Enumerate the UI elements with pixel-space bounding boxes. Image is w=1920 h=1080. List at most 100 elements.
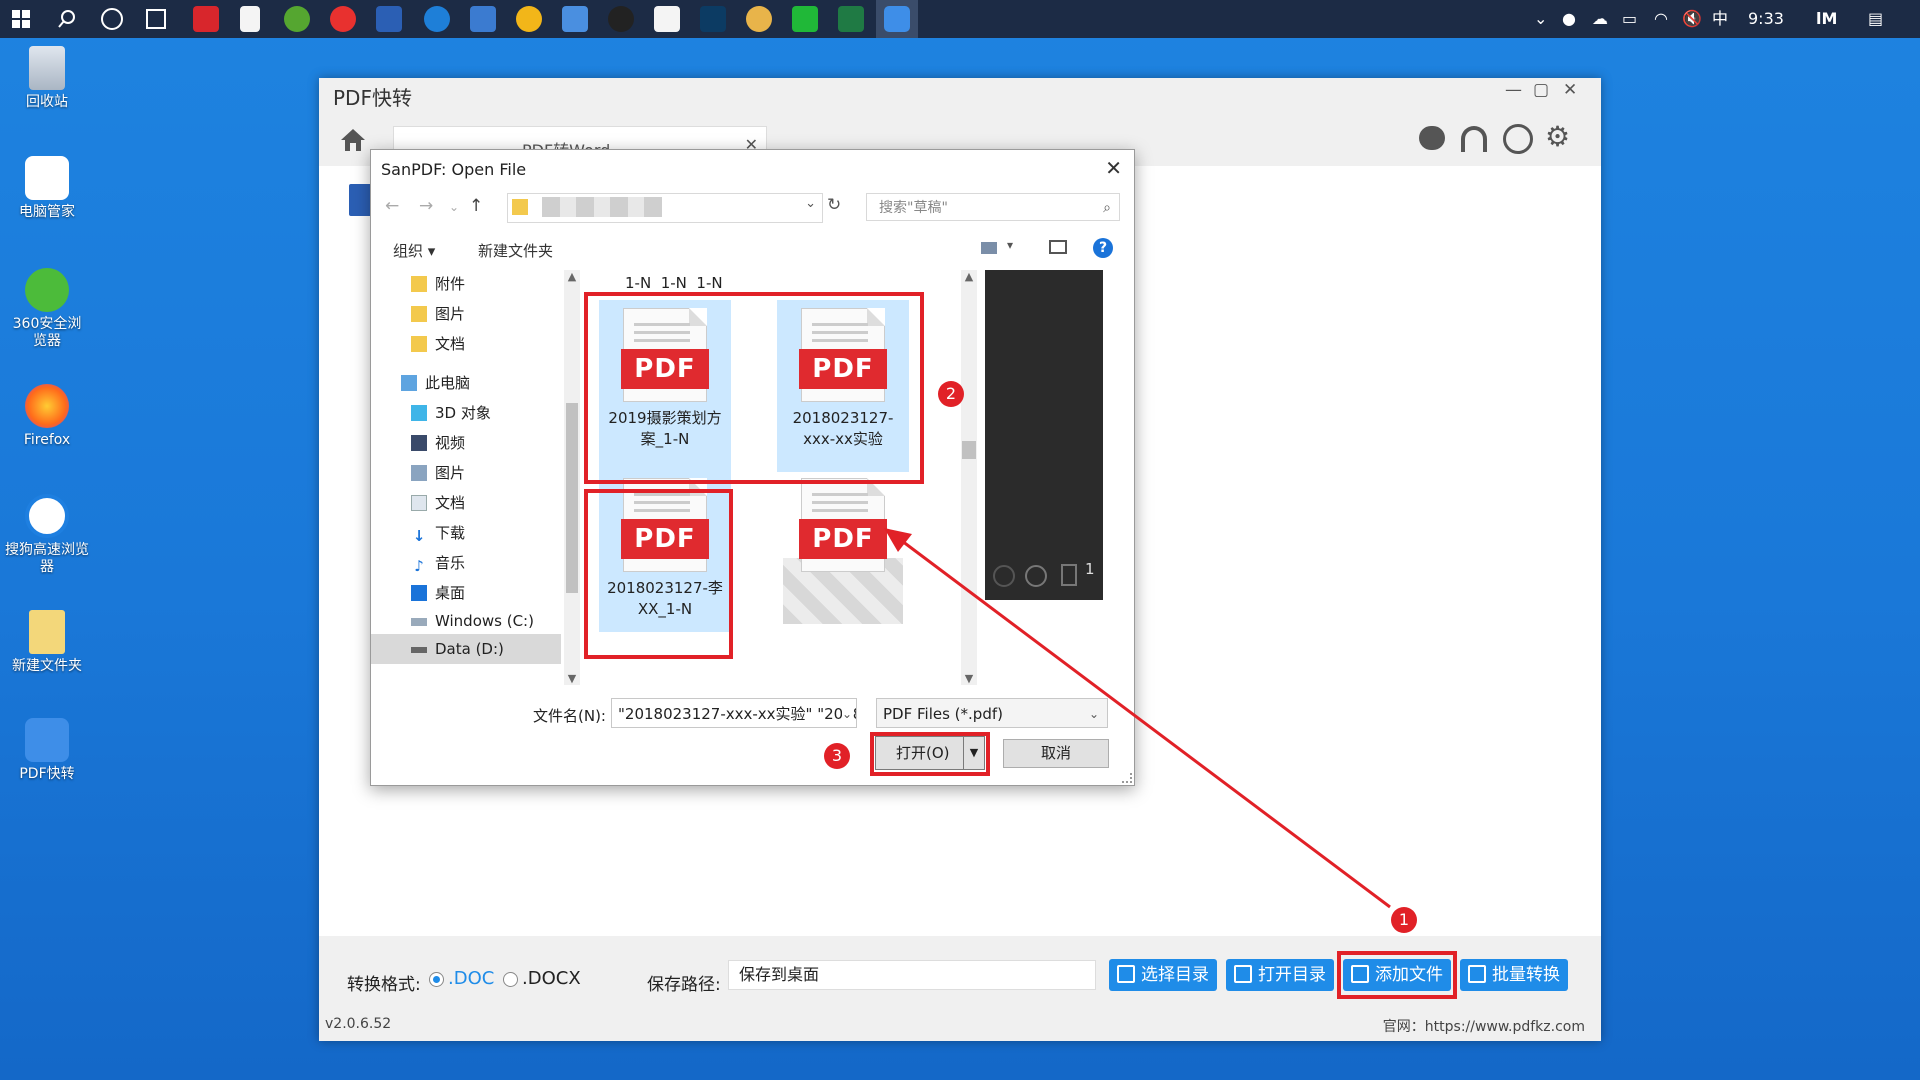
- preview-up-icon[interactable]: [993, 565, 1015, 587]
- select-dir-button[interactable]: 选择目录: [1109, 959, 1217, 991]
- open-dir-button[interactable]: 打开目录: [1226, 959, 1334, 991]
- desktop-icon-pdf-kuaizhuan[interactable]: PDF快转: [2, 718, 92, 783]
- tray-manager-icon[interactable]: lM: [1816, 0, 1837, 38]
- action-center-icon[interactable]: ▤: [1868, 0, 1883, 38]
- radio-docx[interactable]: [503, 972, 518, 987]
- preview-down-icon[interactable]: [1025, 565, 1047, 587]
- tray-cloud-icon[interactable]: ☁: [1592, 0, 1608, 38]
- scroll-up-icon[interactable]: ▲: [961, 270, 977, 283]
- batch-convert-button[interactable]: 批量转换: [1460, 959, 1568, 991]
- excel-icon[interactable]: [838, 6, 864, 32]
- qq-icon[interactable]: [608, 6, 634, 32]
- minimize-button[interactable]: —: [1505, 80, 1522, 100]
- address-bar[interactable]: ⌄: [507, 193, 823, 223]
- recent-chevron-icon[interactable]: ⌄: [449, 200, 459, 214]
- desktop-icon-pc-manager[interactable]: 电脑管家: [2, 156, 92, 221]
- website-label[interactable]: 官网：https://www.pdfkz.com: [1383, 1016, 1585, 1036]
- chat-icon[interactable]: [1419, 126, 1445, 150]
- ime-indicator[interactable]: 中: [1712, 0, 1728, 38]
- dolphin-icon[interactable]: [562, 6, 588, 32]
- desktop-icon-firefox[interactable]: Firefox: [2, 384, 92, 449]
- start-icon[interactable]: [12, 10, 30, 28]
- filename-dropdown-icon[interactable]: ⌄: [841, 699, 852, 727]
- chrome-icon[interactable]: [516, 6, 542, 32]
- tray-volume-icon[interactable]: 🔇: [1682, 0, 1702, 38]
- search-input[interactable]: 搜索"草稿" ⌕: [866, 193, 1120, 221]
- desktop-icon-new-folder[interactable]: 新建文件夹: [2, 610, 92, 675]
- word-icon[interactable]: [376, 6, 402, 32]
- filetype-select[interactable]: PDF Files (*.pdf) ⌄: [876, 698, 1108, 728]
- app-red-icon[interactable]: [193, 6, 219, 32]
- tree-scroll-thumb[interactable]: [566, 403, 578, 593]
- home-icon[interactable]: [339, 126, 367, 158]
- calendar-icon[interactable]: [654, 6, 680, 32]
- radio-doc[interactable]: [429, 972, 444, 987]
- address-dropdown-icon[interactable]: ⌄: [805, 196, 816, 211]
- help-icon[interactable]: ?: [1093, 238, 1113, 258]
- tree-item-pictures[interactable]: 图片: [411, 462, 465, 483]
- tray-battery-icon[interactable]: ▭: [1622, 0, 1637, 38]
- desktop-icon-recycle-bin[interactable]: 回收站: [2, 46, 92, 111]
- tree-item-desktop[interactable]: 桌面: [411, 582, 465, 603]
- tree-item-3d-objects[interactable]: 3D 对象: [411, 402, 491, 423]
- tree-item-downloads[interactable]: ↓ 下载: [411, 522, 465, 544]
- tree-item-videos[interactable]: 视频: [411, 432, 465, 453]
- files-scroll-thumb[interactable]: [962, 441, 976, 459]
- headset-icon[interactable]: [1461, 126, 1487, 152]
- forward-arrow-icon[interactable]: →: [419, 196, 433, 216]
- gear-icon[interactable]: ⚙: [1545, 122, 1570, 152]
- maximize-button[interactable]: ▢: [1533, 80, 1549, 100]
- search-icon[interactable]: [56, 8, 78, 30]
- tree-item-drive-c[interactable]: Windows (C:): [411, 612, 534, 630]
- format-radio-docx[interactable]: .DOCX: [503, 968, 581, 989]
- notepad-icon[interactable]: [240, 6, 260, 32]
- tree-item-music[interactable]: ♪ 音乐: [411, 552, 465, 574]
- photoshop-icon[interactable]: [700, 6, 726, 32]
- taskbar-active-app[interactable]: [876, 0, 918, 38]
- browser-green-icon[interactable]: [284, 6, 310, 32]
- refresh-icon[interactable]: ↻: [827, 195, 841, 215]
- face-icon[interactable]: [746, 6, 772, 32]
- clock[interactable]: 9:33: [1748, 0, 1784, 38]
- tray-chevron-icon[interactable]: ⌄: [1534, 0, 1547, 38]
- tray-qq-icon[interactable]: ●: [1562, 0, 1576, 38]
- new-folder-button[interactable]: 新建文件夹: [478, 240, 553, 261]
- cortana-icon[interactable]: [101, 8, 123, 30]
- user-icon[interactable]: [1503, 124, 1533, 154]
- tree-item-attachments[interactable]: 附件: [411, 273, 465, 294]
- close-button[interactable]: ✕: [1563, 80, 1577, 100]
- resize-grip-icon[interactable]: [1122, 773, 1132, 783]
- filetype-dropdown-icon[interactable]: ⌄: [1089, 699, 1099, 729]
- ie-icon[interactable]: [424, 6, 450, 32]
- scroll-down-icon[interactable]: ▼: [564, 672, 580, 685]
- organize-menu[interactable]: 组织 ▾: [393, 240, 435, 261]
- tray-wifi-icon[interactable]: ◠: [1654, 0, 1668, 38]
- dialog-close-icon[interactable]: ✕: [1105, 156, 1122, 180]
- tree-item-documents[interactable]: 文档: [411, 492, 465, 513]
- tree-item-pictures-folder[interactable]: 图片: [411, 303, 465, 324]
- tree-item-docs-folder[interactable]: 文档: [411, 333, 465, 354]
- files-scrollbar[interactable]: ▲ ▼: [961, 270, 977, 685]
- tree-scrollbar[interactable]: ▲ ▼: [564, 270, 580, 685]
- file-item[interactable]: PDF: [777, 470, 909, 642]
- feather-icon[interactable]: [470, 6, 496, 32]
- up-arrow-icon[interactable]: ↑: [469, 196, 483, 216]
- format-radio-doc[interactable]: .DOC: [429, 968, 494, 989]
- desktop-icon-sogou-browser[interactable]: 搜狗高速浏览器: [2, 494, 92, 576]
- weibo-icon[interactable]: [330, 6, 356, 32]
- filename-input[interactable]: "2018023127-xxx-xx实验" "2018 ⌄: [611, 698, 857, 728]
- view-options-icon[interactable]: [981, 242, 997, 254]
- tree-item-drive-d[interactable]: Data (D:): [371, 634, 561, 664]
- cancel-button[interactable]: 取消: [1003, 739, 1109, 768]
- scroll-up-icon[interactable]: ▲: [564, 270, 580, 283]
- task-view-icon[interactable]: [146, 9, 166, 29]
- back-arrow-icon[interactable]: ←: [385, 196, 399, 216]
- wechat-icon[interactable]: [792, 6, 818, 32]
- save-path-input[interactable]: 保存到桌面: [728, 960, 1096, 990]
- preview-pane-icon[interactable]: [1049, 240, 1067, 254]
- desktop-icon-360-browser[interactable]: 360安全浏览器: [2, 268, 92, 350]
- tree-item-this-pc[interactable]: 此电脑: [401, 372, 470, 393]
- preview-scrollbar[interactable]: [1103, 270, 1115, 555]
- view-chevron-icon[interactable]: ▾: [1007, 238, 1013, 252]
- scroll-down-icon[interactable]: ▼: [961, 672, 977, 685]
